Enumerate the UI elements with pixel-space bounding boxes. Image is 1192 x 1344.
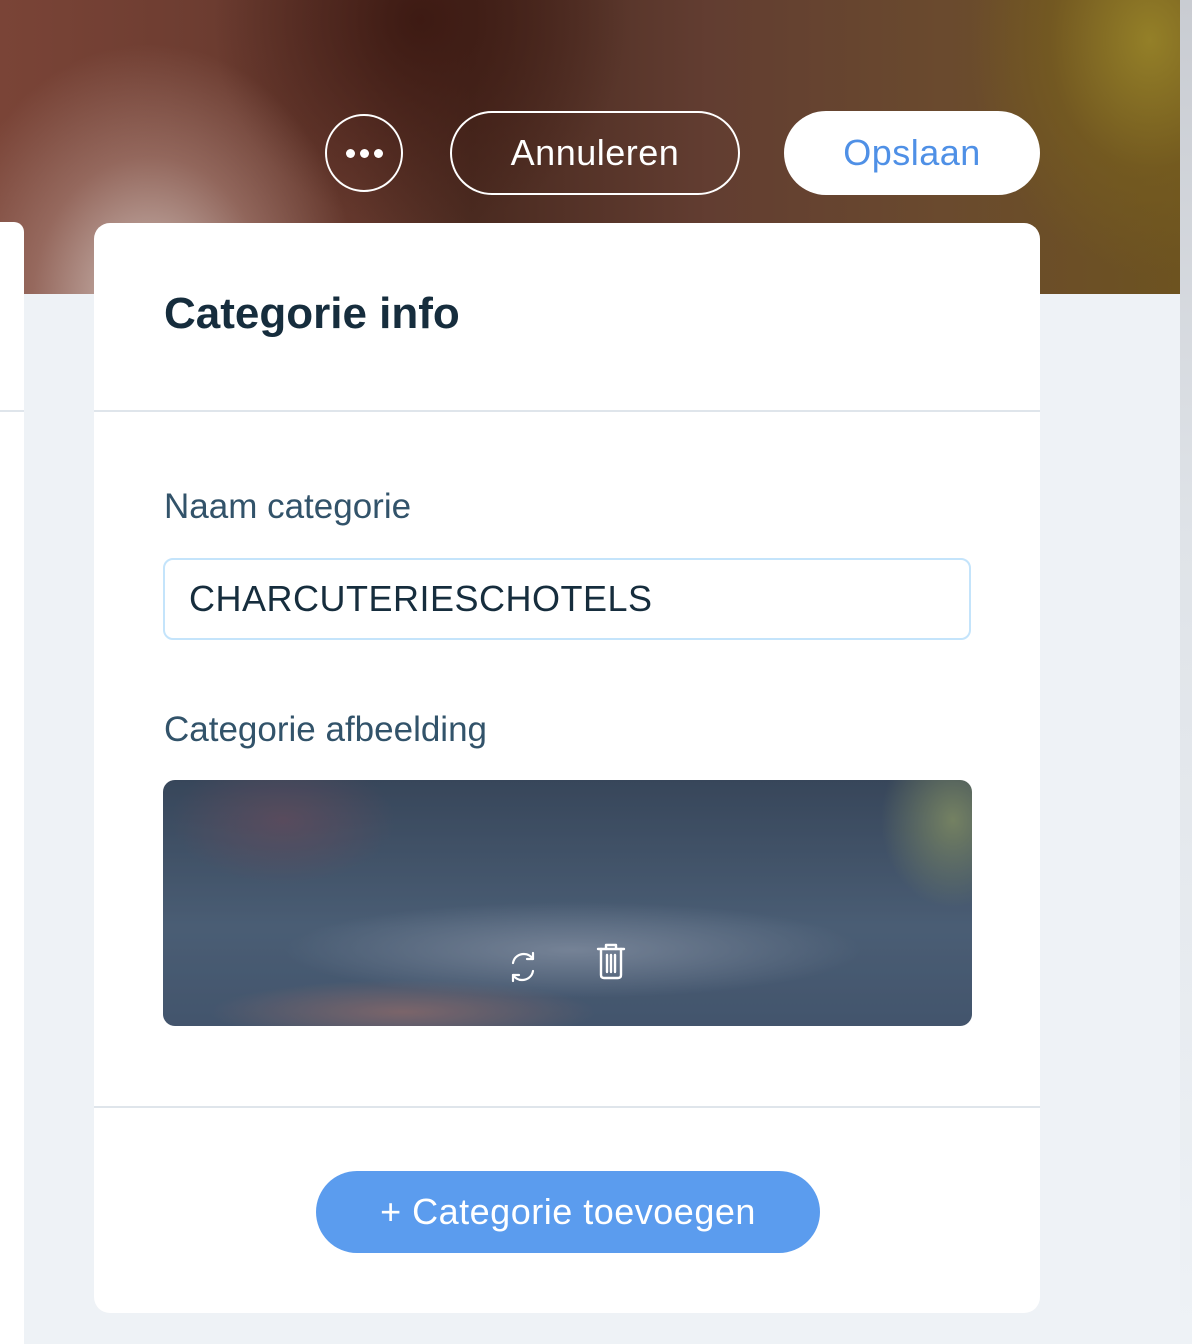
- category-name-label: Naam categorie: [164, 487, 412, 526]
- category-name-input[interactable]: [163, 558, 971, 640]
- scrollbar-track[interactable]: [1180, 0, 1192, 1344]
- category-image-label: Categorie afbeelding: [164, 710, 488, 749]
- side-panel: [0, 222, 24, 1344]
- cancel-button[interactable]: Annuleren: [450, 111, 740, 195]
- trash-icon[interactable]: [589, 939, 633, 983]
- divider: [0, 410, 24, 412]
- save-button[interactable]: Opslaan: [784, 111, 1040, 195]
- divider: [94, 1106, 1040, 1108]
- more-actions-button[interactable]: [325, 114, 403, 192]
- divider: [94, 410, 1040, 412]
- add-category-button[interactable]: + Categorie toevoegen: [316, 1171, 820, 1253]
- image-hover-overlay: [163, 780, 972, 1026]
- category-info-card: Categorie info Naam categorie Categorie …: [94, 223, 1040, 1313]
- card-title: Categorie info: [164, 289, 460, 338]
- more-horizontal-icon: [345, 148, 383, 158]
- replace-icon[interactable]: [501, 945, 545, 989]
- category-image[interactable]: [163, 780, 972, 1026]
